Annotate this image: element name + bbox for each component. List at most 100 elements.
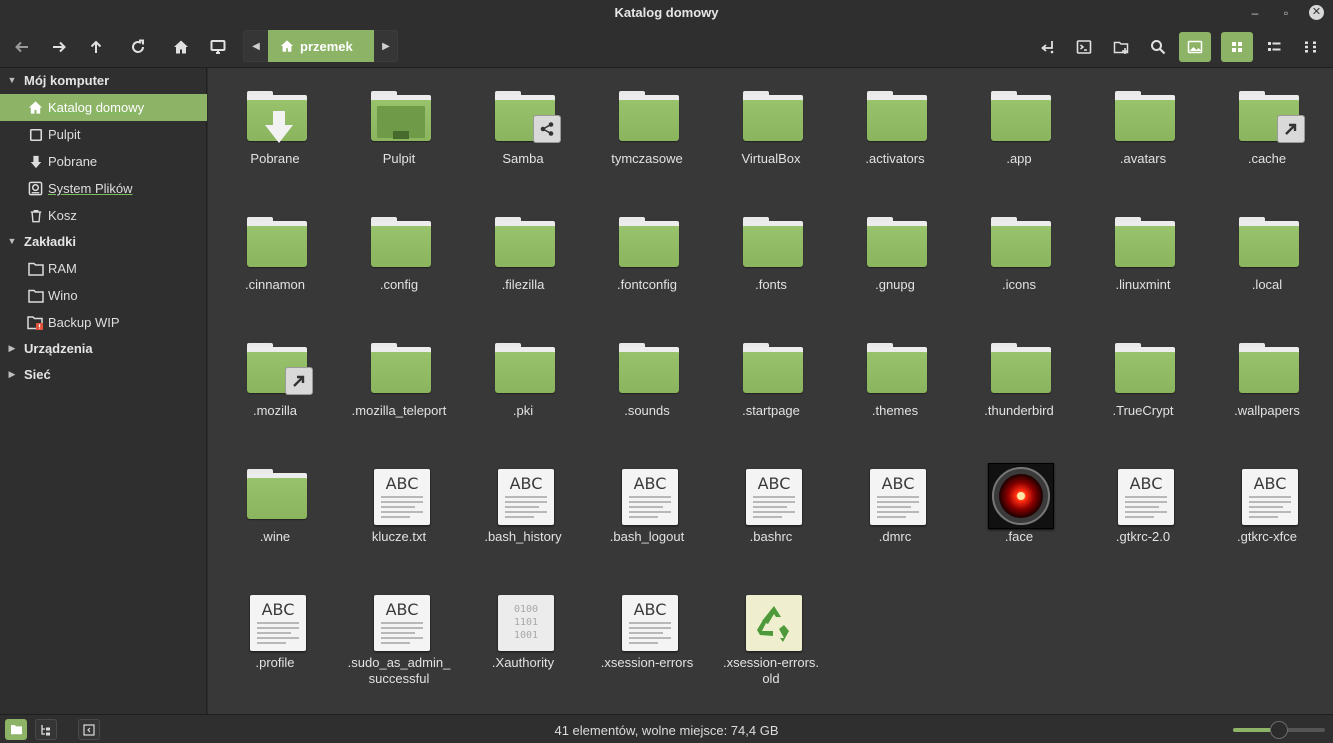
file-item[interactable]: .face [957, 447, 1081, 567]
computer-button[interactable] [204, 33, 232, 61]
section-label: Urządzenia [24, 340, 93, 356]
file-item[interactable]: .wallpapers [1205, 321, 1329, 441]
path-left-arrow[interactable]: ◀ [244, 31, 268, 61]
folder-icon [27, 287, 44, 304]
file-name: .fonts [755, 277, 787, 292]
back-button[interactable] [8, 33, 36, 61]
zoom-slider-handle[interactable] [1270, 721, 1288, 739]
folder-icon [987, 343, 1051, 403]
breadcrumb-home[interactable]: przemek [268, 30, 374, 62]
zoom-slider[interactable] [1233, 721, 1325, 739]
file-item[interactable]: .xsession-errors. old [709, 573, 833, 693]
file-item[interactable]: Samba [461, 69, 585, 189]
compact-view-button[interactable] [1297, 33, 1325, 61]
file-item[interactable]: ABC .bash_history [461, 447, 585, 567]
section-my-computer[interactable]: ▼ Mój komputer [0, 69, 207, 91]
file-item[interactable]: .thunderbird [957, 321, 1081, 441]
download-arrow-icon [265, 111, 293, 143]
file-item[interactable]: .avatars [1081, 69, 1205, 189]
file-item[interactable]: .filezilla [461, 195, 585, 315]
text-file-icon: ABC [615, 469, 679, 529]
sidebar-item-desktop[interactable]: Pulpit [0, 121, 207, 148]
show-thumbnails-button[interactable] [1179, 32, 1211, 62]
file-name: .dmrc [878, 529, 912, 544]
open-terminal-here-button[interactable] [1033, 33, 1061, 61]
file-item[interactable]: .icons [957, 195, 1081, 315]
sidebar-item-home[interactable]: Katalog domowy [0, 94, 207, 121]
file-item[interactable]: .fontconfig [585, 195, 709, 315]
status-text: 41 elementów, wolne miejsce: 74,4 GB [554, 723, 779, 738]
file-item[interactable]: .TrueCrypt [1081, 321, 1205, 441]
file-item[interactable]: .fonts [709, 195, 833, 315]
sidebar-item-backup-wip[interactable]: Backup WIP [0, 309, 207, 336]
file-item[interactable]: .cinnamon [213, 195, 337, 315]
file-item[interactable]: Pobrane [213, 69, 337, 189]
file-item[interactable]: .pki [461, 321, 585, 441]
folder-icon [1235, 343, 1299, 403]
file-item[interactable]: .themes [833, 321, 957, 441]
grid-icon [1232, 42, 1242, 52]
doc-glyph: ABC [1129, 474, 1163, 493]
list-view-button[interactable] [1260, 33, 1288, 61]
file-item[interactable]: Pulpit [337, 69, 461, 189]
file-item[interactable]: .startpage [709, 321, 833, 441]
file-item[interactable]: ABC .gtkrc-xfce [1205, 447, 1329, 567]
close-button[interactable]: ✕ [1309, 5, 1324, 20]
section-devices[interactable]: ▶ Urządzenia [0, 337, 207, 359]
folder-icon [367, 217, 431, 277]
sidebar-item-downloads[interactable]: Pobrane [0, 148, 207, 175]
forward-button[interactable] [45, 33, 73, 61]
file-item[interactable]: VirtualBox [709, 69, 833, 189]
minimize-button[interactable]: – [1246, 4, 1264, 22]
reload-button[interactable] [124, 33, 152, 61]
breadcrumb-label: przemek [300, 38, 353, 54]
home-icon [174, 40, 188, 54]
file-item[interactable]: ABC .gtkrc-2.0 [1081, 447, 1205, 567]
file-item[interactable]: ABC .profile [213, 573, 337, 693]
maximize-button[interactable]: ▫ [1277, 4, 1295, 22]
file-item[interactable]: .mozilla_teleport [337, 321, 461, 441]
red-eye-icon [992, 467, 1050, 525]
file-name: .pki [512, 403, 534, 418]
file-item[interactable]: .gnupg [833, 195, 957, 315]
home-button[interactable] [167, 33, 195, 61]
sidebar-item-wino[interactable]: Wino [0, 282, 207, 309]
section-network[interactable]: ▶ Sieć [0, 363, 207, 385]
file-item[interactable]: .wine [213, 447, 337, 567]
search-button[interactable] [1144, 33, 1172, 61]
up-button[interactable] [82, 33, 110, 61]
file-item[interactable]: ABC klucze.txt [337, 447, 461, 567]
file-item[interactable]: ABC .sudo_as_admin_ successful [337, 573, 461, 693]
file-item[interactable]: 0100 1101 1001 .Xauthority [461, 573, 585, 693]
file-item[interactable]: ABC .bashrc [709, 447, 833, 567]
icon-view-button[interactable] [1221, 32, 1253, 62]
path-right-arrow[interactable]: ▶ [374, 31, 398, 61]
file-item[interactable]: .sounds [585, 321, 709, 441]
sidebar-item-trash[interactable]: Kosz [0, 202, 207, 229]
file-name: .gtkrc-xfce [1237, 529, 1297, 544]
file-item[interactable]: ABC .bash_logout [585, 447, 709, 567]
file-item[interactable]: .linuxmint [1081, 195, 1205, 315]
doc-glyph: ABC [881, 474, 915, 493]
sidebar-item-filesystem[interactable]: System Plików [0, 175, 207, 202]
file-name: .gnupg [875, 277, 915, 292]
file-item[interactable]: .cache [1205, 69, 1329, 189]
file-item[interactable]: tymczasowe [585, 69, 709, 189]
file-item[interactable]: ABC .dmrc [833, 447, 957, 567]
file-item[interactable]: .activators [833, 69, 957, 189]
doc-glyph: ABC [385, 600, 419, 619]
folder-icon [1111, 343, 1175, 403]
file-item[interactable]: ABC .xsession-errors [585, 573, 709, 693]
file-item[interactable]: .config [337, 195, 461, 315]
file-name: .sounds [624, 403, 670, 418]
section-bookmarks[interactable]: ▼ Zakładki [0, 230, 207, 252]
new-folder-button[interactable] [1107, 33, 1135, 61]
file-item[interactable]: .mozilla [213, 321, 337, 441]
sidebar-item-ram[interactable]: RAM [0, 255, 207, 282]
file-item[interactable]: .local [1205, 195, 1329, 315]
terminal-button[interactable] [1070, 33, 1098, 61]
file-item[interactable]: .app [957, 69, 1081, 189]
folder-icon [1235, 217, 1299, 277]
file-name: .cache [1247, 151, 1287, 166]
text-file-icon: ABC [863, 469, 927, 529]
